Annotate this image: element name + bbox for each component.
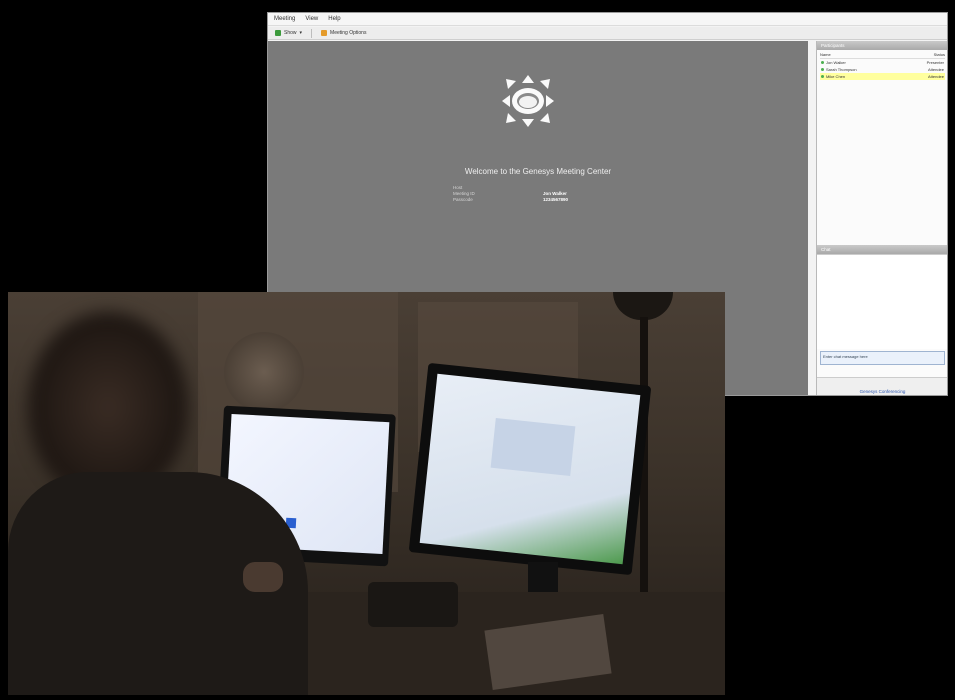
speaker-icon [224,332,304,412]
info-value: 1234567890 [543,197,569,202]
participant-row[interactable]: Jon Walker Presenter [820,59,945,66]
share-icon [275,30,281,36]
chat-input[interactable]: Enter chat message here [820,351,945,365]
participant-row[interactable]: Sarah Thompson Attendee [820,66,945,73]
menu-help[interactable]: Help [328,16,340,22]
footer-link[interactable]: Genesys Conferencing [817,389,947,394]
share-button[interactable]: Show ▾ [272,30,305,36]
meeting-info: Host Meeting ID Jon Walker Passcode 1234… [453,185,568,203]
participant-name: Sarah Thompson [826,67,857,72]
menu-bar: Meeting View Help [268,13,947,26]
online-status-icon [821,61,824,64]
chat-log [817,254,947,349]
info-label: Passcode [453,197,473,202]
chevron-down-icon: ▾ [299,30,303,36]
menu-view[interactable]: View [305,16,318,22]
monitor-dialog [490,417,576,477]
participant-name: Jon Walker [826,60,846,65]
participant-row-selected[interactable]: Mike Chen Attendee [820,73,945,80]
menu-meeting[interactable]: Meeting [274,16,295,22]
participant-status: Attendee [927,67,944,72]
welcome-title: Welcome to the Genesys Meeting Center [464,167,612,176]
toolbar-divider [311,28,313,38]
toolbar: Show ▾ Meeting Options [268,27,947,40]
side-panel: Participants Name Status Jon Walker Pres… [816,41,947,395]
info-row: Passcode 1234567890 [453,197,568,203]
participant-status: Attendee [927,74,944,79]
side-footer: Genesys Conferencing [817,377,947,395]
conference-logo-icon [502,75,554,127]
share-label: Show [284,30,297,36]
participants-list: Name Status Jon Walker Presenter Sarah T… [817,50,947,245]
desk-phone [368,582,458,627]
participant-name: Mike Chen [826,74,846,79]
participants-column-header: Name Status [820,52,945,59]
chat-header: Chat [817,245,947,254]
meeting-options-label: Meeting Options [330,30,367,36]
person-hand [243,562,283,592]
participant-status: Presenter [926,60,944,65]
online-status-icon [821,68,824,71]
meeting-options-button[interactable]: Meeting Options [318,30,369,36]
participants-header: Participants [817,41,947,50]
column-status[interactable]: Status [934,52,945,57]
webcam-video-feed [8,292,725,695]
online-status-icon [821,75,824,78]
column-name[interactable]: Name [820,52,831,57]
options-icon [321,30,328,36]
